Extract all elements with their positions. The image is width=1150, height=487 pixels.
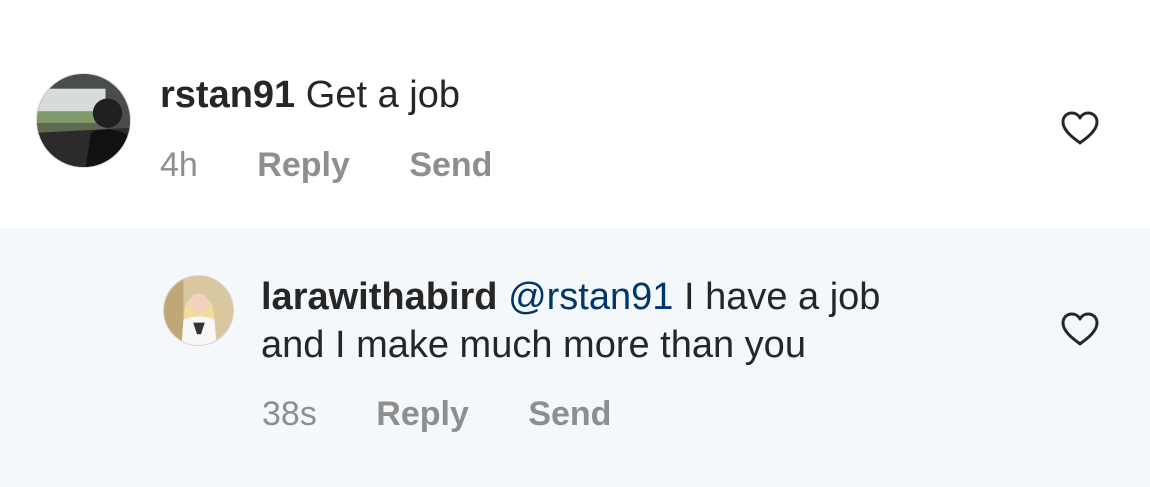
comment-actions: 4h Reply Send [160,145,492,185]
mention-link[interactable]: @rstan91 [508,276,673,318]
send-button[interactable]: Send [409,145,492,185]
comment-timestamp[interactable]: 38s [262,394,317,434]
avatar-photo [37,74,130,167]
avatar[interactable] [163,275,234,346]
comment-line-1: larawithabird @rstan91 I have a job [261,273,880,321]
reply-button[interactable]: Reply [257,145,350,185]
comment-text: larawithabird @rstan91 I have a job and … [261,273,880,369]
heart-icon[interactable] [1060,311,1100,347]
comment-timestamp[interactable]: 4h [160,145,198,185]
comment-line-2: and I make much more than you [261,324,806,366]
comment-body: I have a job [673,276,881,318]
comment-body: Get a job [295,74,460,116]
heart-icon[interactable] [1060,110,1100,146]
avatar[interactable] [36,73,131,168]
avatar-photo [164,276,233,345]
comment-username[interactable]: larawithabird [261,276,498,318]
comment-actions: 38s Reply Send [262,394,611,434]
comment-text: rstan91 Get a job [160,71,460,119]
comment: rstan91 Get a job 4h Reply Send [0,0,1150,228]
send-button[interactable]: Send [528,394,611,434]
comment-username[interactable]: rstan91 [160,74,295,116]
reply-button[interactable]: Reply [376,394,469,434]
